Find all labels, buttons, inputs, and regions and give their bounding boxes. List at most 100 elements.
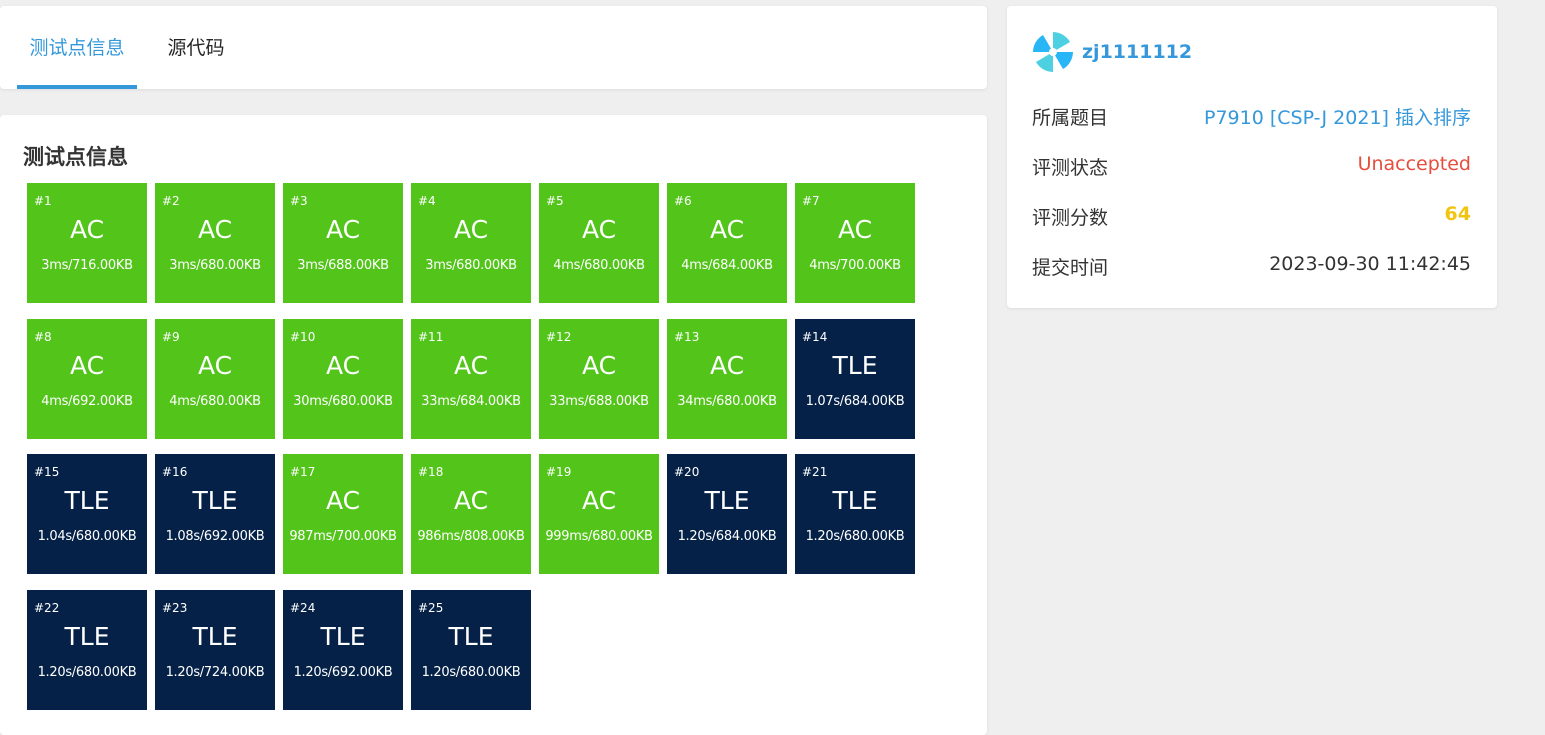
test-case-tile[interactable]: #21 TLE 1.20s/680.00KB	[795, 454, 915, 574]
score-label: 评测分数	[1032, 207, 1109, 229]
info-row-status: 评测状态 Unaccepted	[1032, 153, 1471, 183]
test-case-tile[interactable]: #7 AC 4ms/700.00KB	[795, 183, 915, 303]
test-case-tile[interactable]: #20 TLE 1.20s/684.00KB	[667, 454, 787, 574]
test-case-resources: 987ms/700.00KB	[289, 529, 397, 544]
test-case-tile[interactable]: #1 AC 3ms/716.00KB	[27, 183, 147, 303]
test-case-resources: 1.20s/684.00KB	[677, 529, 777, 544]
test-case-status: TLE	[192, 486, 238, 515]
score-value: 64	[1444, 203, 1471, 225]
test-case-resources: 1.20s/724.00KB	[165, 665, 265, 680]
test-case-resources: 1.20s/680.00KB	[37, 665, 137, 680]
test-case-tile[interactable]: #5 AC 4ms/680.00KB	[539, 183, 659, 303]
test-case-tile[interactable]: #19 AC 999ms/680.00KB	[539, 454, 659, 574]
submission-info-card: zj1111112 所属题目 P7910 [CSP-J 2021] 插入排序 评…	[1007, 6, 1497, 308]
test-case-status: TLE	[64, 622, 110, 651]
test-case-resources: 1.08s/692.00KB	[165, 529, 265, 544]
test-case-tile[interactable]: #13 AC 34ms/680.00KB	[667, 319, 787, 439]
test-case-status: TLE	[320, 622, 366, 651]
username-link[interactable]: zj1111112	[1082, 41, 1192, 63]
test-case-id: #14	[802, 330, 828, 344]
test-case-resources: 1.20s/680.00KB	[421, 665, 521, 680]
test-case-id: #10	[290, 330, 316, 344]
problem-link[interactable]: P7910 [CSP-J 2021] 插入排序	[1204, 103, 1471, 130]
test-case-status: AC	[709, 351, 745, 380]
test-case-tile[interactable]: #12 AC 33ms/688.00KB	[539, 319, 659, 439]
test-case-resources: 4ms/700.00KB	[809, 258, 901, 273]
test-case-tile[interactable]: #17 AC 987ms/700.00KB	[283, 454, 403, 574]
test-case-tile[interactable]: #22 TLE 1.20s/680.00KB	[27, 590, 147, 710]
test-case-id: #25	[418, 601, 444, 615]
test-case-status: AC	[453, 351, 489, 380]
test-case-status: AC	[837, 215, 873, 244]
test-case-id: #2	[162, 194, 180, 208]
test-case-tile[interactable]: #11 AC 33ms/684.00KB	[411, 319, 531, 439]
test-case-resources: 4ms/680.00KB	[553, 258, 645, 273]
test-case-id: #15	[34, 465, 60, 479]
test-case-tile[interactable]: #9 AC 4ms/680.00KB	[155, 319, 275, 439]
test-case-resources: 4ms/684.00KB	[681, 258, 773, 273]
test-case-tile[interactable]: #18 AC 986ms/808.00KB	[411, 454, 531, 574]
info-row-problem: 所属题目 P7910 [CSP-J 2021] 插入排序	[1032, 103, 1471, 133]
test-case-id: #11	[418, 330, 444, 344]
test-case-status: AC	[69, 215, 105, 244]
test-case-status: AC	[325, 486, 361, 515]
test-case-status: AC	[581, 351, 617, 380]
test-case-resources: 3ms/716.00KB	[41, 258, 133, 273]
test-case-tile[interactable]: #3 AC 3ms/688.00KB	[283, 183, 403, 303]
test-case-id: #17	[290, 465, 316, 479]
test-case-status: AC	[325, 215, 361, 244]
test-case-status: TLE	[704, 486, 750, 515]
test-case-id: #8	[34, 330, 52, 344]
test-case-resources: 4ms/692.00KB	[41, 394, 133, 409]
test-case-id: #21	[802, 465, 828, 479]
info-row-score: 评测分数 64	[1032, 203, 1471, 233]
test-case-tile[interactable]: #6 AC 4ms/684.00KB	[667, 183, 787, 303]
test-case-status: AC	[453, 486, 489, 515]
test-case-id: #19	[546, 465, 572, 479]
test-case-tile[interactable]: #10 AC 30ms/680.00KB	[283, 319, 403, 439]
test-case-status: AC	[325, 351, 361, 380]
test-case-id: #16	[162, 465, 188, 479]
test-case-resources: 1.20s/680.00KB	[805, 529, 905, 544]
test-case-id: #13	[674, 330, 700, 344]
test-case-tile[interactable]: #23 TLE 1.20s/724.00KB	[155, 590, 275, 710]
test-case-id: #9	[162, 330, 180, 344]
test-case-tile[interactable]: #25 TLE 1.20s/680.00KB	[411, 590, 531, 710]
avatar-pinwheel-icon[interactable]	[1032, 31, 1074, 73]
test-case-tile[interactable]: #24 TLE 1.20s/692.00KB	[283, 590, 403, 710]
test-case-status: TLE	[192, 622, 238, 651]
tab-source-code[interactable]: 源代码	[156, 6, 236, 89]
tab-test-cases[interactable]: 测试点信息	[17, 6, 137, 89]
test-case-id: #12	[546, 330, 572, 344]
test-case-id: #5	[546, 194, 564, 208]
test-case-tile[interactable]: #8 AC 4ms/692.00KB	[27, 319, 147, 439]
test-case-tile[interactable]: #15 TLE 1.04s/680.00KB	[27, 454, 147, 574]
info-row-time: 提交时间 2023-09-30 11:42:45	[1032, 253, 1471, 283]
section-title: 测试点信息	[23, 145, 128, 169]
problem-label: 所属题目	[1032, 107, 1109, 129]
time-value: 2023-09-30 11:42:45	[1269, 253, 1471, 275]
test-case-resources: 999ms/680.00KB	[545, 529, 653, 544]
test-case-resources: 1.20s/692.00KB	[293, 665, 393, 680]
test-case-id: #3	[290, 194, 308, 208]
test-case-status: AC	[197, 215, 233, 244]
test-case-tile[interactable]: #4 AC 3ms/680.00KB	[411, 183, 531, 303]
test-case-tile[interactable]: #14 TLE 1.07s/684.00KB	[795, 319, 915, 439]
test-cases-card: 测试点信息 #1 AC 3ms/716.00KB #2 AC 3ms/680.00KB #3…	[0, 115, 987, 735]
test-case-resources: 30ms/680.00KB	[293, 394, 393, 409]
test-case-resources: 3ms/688.00KB	[297, 258, 389, 273]
test-case-status: AC	[581, 215, 617, 244]
test-case-resources: 3ms/680.00KB	[425, 258, 517, 273]
test-case-id: #6	[674, 194, 692, 208]
test-case-resources: 33ms/688.00KB	[549, 394, 649, 409]
test-case-status: AC	[581, 486, 617, 515]
test-case-tile[interactable]: #16 TLE 1.08s/692.00KB	[155, 454, 275, 574]
test-case-status: AC	[197, 351, 233, 380]
test-case-id: #4	[418, 194, 436, 208]
test-case-tile[interactable]: #2 AC 3ms/680.00KB	[155, 183, 275, 303]
test-case-id: #22	[34, 601, 60, 615]
test-case-resources: 3ms/680.00KB	[169, 258, 261, 273]
test-case-id: #18	[418, 465, 444, 479]
test-case-status: TLE	[832, 351, 878, 380]
test-case-resources: 33ms/684.00KB	[421, 394, 521, 409]
